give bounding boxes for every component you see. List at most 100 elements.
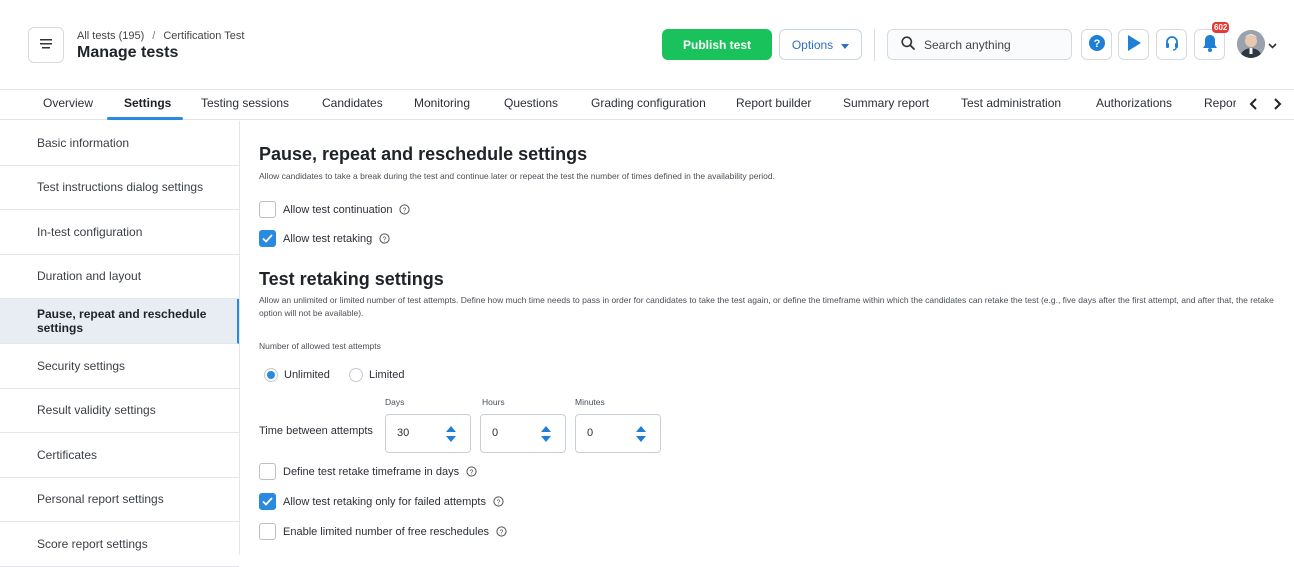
- time-between-row: Time between attempts: [259, 425, 373, 437]
- tab-candidates[interactable]: Candidates: [322, 96, 383, 110]
- only-failed-checkbox[interactable]: [259, 493, 276, 510]
- time-between-label: Time between attempts: [259, 425, 373, 437]
- stepper-arrows-icon[interactable]: [635, 424, 647, 444]
- notification-badge: 602: [1212, 22, 1230, 33]
- minutes-input[interactable]: [587, 427, 627, 439]
- tab-reports[interactable]: Reports: [1204, 96, 1236, 110]
- define-timeframe-row: Define test retake timeframe in days ?: [259, 463, 477, 480]
- tab-monitoring[interactable]: Monitoring: [414, 96, 470, 110]
- allow-continuation-row: Allow test continuation ?: [259, 201, 411, 218]
- svg-text:?: ?: [470, 469, 474, 476]
- attempts-label: Number of allowed test attempts: [259, 341, 381, 351]
- free-reschedules-row: Enable limited number of free reschedule…: [259, 523, 507, 540]
- publish-test-button[interactable]: Publish test: [662, 29, 772, 60]
- toolbar-divider: [874, 29, 875, 61]
- tabs-scroll-left-icon[interactable]: [1246, 95, 1260, 113]
- define-timeframe-label: Define test retake timeframe in days: [283, 465, 460, 478]
- sidebar-item-basic-information[interactable]: Basic information: [0, 121, 239, 166]
- caret-down-icon: [841, 38, 850, 52]
- sidebar-item-duration-layout[interactable]: Duration and layout: [0, 255, 239, 299]
- sidebar-item-pause-repeat[interactable]: Pause, repeat and reschedule settings: [0, 299, 239, 344]
- search-box[interactable]: [887, 29, 1072, 60]
- tab-testing-sessions[interactable]: Testing sessions: [201, 96, 289, 110]
- days-input[interactable]: [397, 427, 437, 439]
- active-tab-indicator: [107, 117, 183, 120]
- breadcrumb-link-test[interactable]: Certification Test: [163, 30, 244, 42]
- sidebar-item-certificates[interactable]: Certificates: [0, 433, 239, 478]
- tab-settings[interactable]: Settings: [124, 96, 171, 110]
- svg-text:?: ?: [1093, 38, 1100, 50]
- free-reschedules-label: Enable limited number of free reschedule…: [283, 525, 490, 538]
- allow-retaking-checkbox[interactable]: [259, 230, 276, 247]
- breadcrumb-link-all-tests[interactable]: All tests (195): [77, 30, 144, 42]
- tab-report-builder[interactable]: Report builder: [736, 96, 811, 110]
- pause-section-title: Pause, repeat and reschedule settings: [259, 144, 588, 164]
- radio-limited[interactable]: [349, 368, 363, 382]
- options-button[interactable]: Options: [779, 29, 862, 60]
- breadcrumb: All tests (195) / Certification Test: [77, 30, 244, 42]
- tabs-scroll-right-icon[interactable]: [1271, 95, 1285, 113]
- svg-text:?: ?: [383, 236, 387, 243]
- sidebar-item-in-test-configuration[interactable]: In-test configuration: [0, 210, 239, 255]
- tab-questions[interactable]: Questions: [504, 96, 558, 110]
- tab-bar: Overview Settings Testing sessions Candi…: [0, 90, 1294, 120]
- free-reschedules-checkbox[interactable]: [259, 523, 276, 540]
- stepper-arrows-icon[interactable]: [540, 424, 552, 444]
- allow-retaking-label: Allow test retaking: [283, 232, 373, 245]
- help-button[interactable]: ?: [1081, 29, 1112, 60]
- menu-button[interactable]: [28, 27, 64, 63]
- sidebar-item-personal-report[interactable]: Personal report settings: [0, 478, 239, 522]
- info-icon[interactable]: ?: [466, 466, 477, 477]
- svg-text:?: ?: [500, 529, 504, 536]
- retake-section-title: Test retaking settings: [259, 269, 444, 289]
- chevron-down-icon[interactable]: [1268, 38, 1277, 52]
- minutes-label: Minutes: [575, 397, 605, 407]
- menu-icon: [40, 38, 52, 52]
- options-label: Options: [791, 37, 834, 52]
- allow-continuation-checkbox[interactable]: [259, 201, 276, 218]
- radio-limited-row[interactable]: Limited: [349, 368, 404, 382]
- help-icon: ?: [1088, 35, 1105, 54]
- sidebar-item-test-instructions[interactable]: Test instructions dialog settings: [0, 166, 239, 210]
- hours-input[interactable]: [492, 427, 532, 439]
- play-icon: [1127, 35, 1141, 54]
- info-icon[interactable]: ?: [379, 233, 390, 244]
- info-icon[interactable]: ?: [399, 204, 411, 215]
- sidebar-item-security[interactable]: Security settings: [0, 344, 239, 389]
- days-stepper[interactable]: [385, 414, 471, 453]
- tab-summary-report[interactable]: Summary report: [843, 96, 929, 110]
- sidebar-item-score-report[interactable]: Score report settings: [0, 522, 239, 567]
- minutes-stepper[interactable]: [575, 414, 661, 453]
- only-failed-row: Allow test retaking only for failed atte…: [259, 493, 504, 510]
- retake-section-description: Allow an unlimited or limited number of …: [259, 295, 1274, 318]
- sidebar-item-result-validity[interactable]: Result validity settings: [0, 389, 239, 433]
- radio-unlimited-row[interactable]: Unlimited: [264, 368, 330, 382]
- tab-overflow-clip: Reports: [1200, 90, 1236, 119]
- breadcrumb-separator: /: [152, 30, 156, 42]
- define-timeframe-checkbox[interactable]: [259, 463, 276, 480]
- page-title: Manage tests: [77, 44, 179, 61]
- top-bar: All tests (195) / Certification Test Manag…: [0, 0, 1294, 90]
- allow-continuation-label: Allow test continuation: [283, 203, 393, 216]
- tab-test-administration[interactable]: Test administration: [961, 96, 1061, 110]
- radio-unlimited[interactable]: [264, 368, 278, 382]
- svg-text:?: ?: [403, 207, 407, 214]
- notifications-button[interactable]: [1194, 29, 1225, 60]
- stepper-arrows-icon[interactable]: [445, 424, 457, 444]
- tab-overview[interactable]: Overview: [43, 96, 93, 110]
- avatar[interactable]: [1237, 30, 1265, 58]
- info-icon[interactable]: ?: [493, 496, 504, 507]
- play-button[interactable]: [1118, 29, 1149, 60]
- search-input[interactable]: [924, 37, 1064, 52]
- hours-label: Hours: [482, 397, 505, 407]
- hours-stepper[interactable]: [480, 414, 566, 453]
- svg-text:?: ?: [497, 499, 501, 506]
- tab-authorizations[interactable]: Authorizations: [1096, 96, 1172, 110]
- info-icon[interactable]: ?: [496, 526, 507, 537]
- search-icon: [901, 36, 915, 53]
- bell-icon: [1202, 34, 1218, 55]
- allow-retaking-row: Allow test retaking ?: [259, 230, 390, 247]
- tab-grading-configuration[interactable]: Grading configuration: [591, 96, 706, 110]
- support-button[interactable]: [1156, 29, 1187, 60]
- pause-section-description: Allow candidates to take a break during …: [259, 171, 775, 181]
